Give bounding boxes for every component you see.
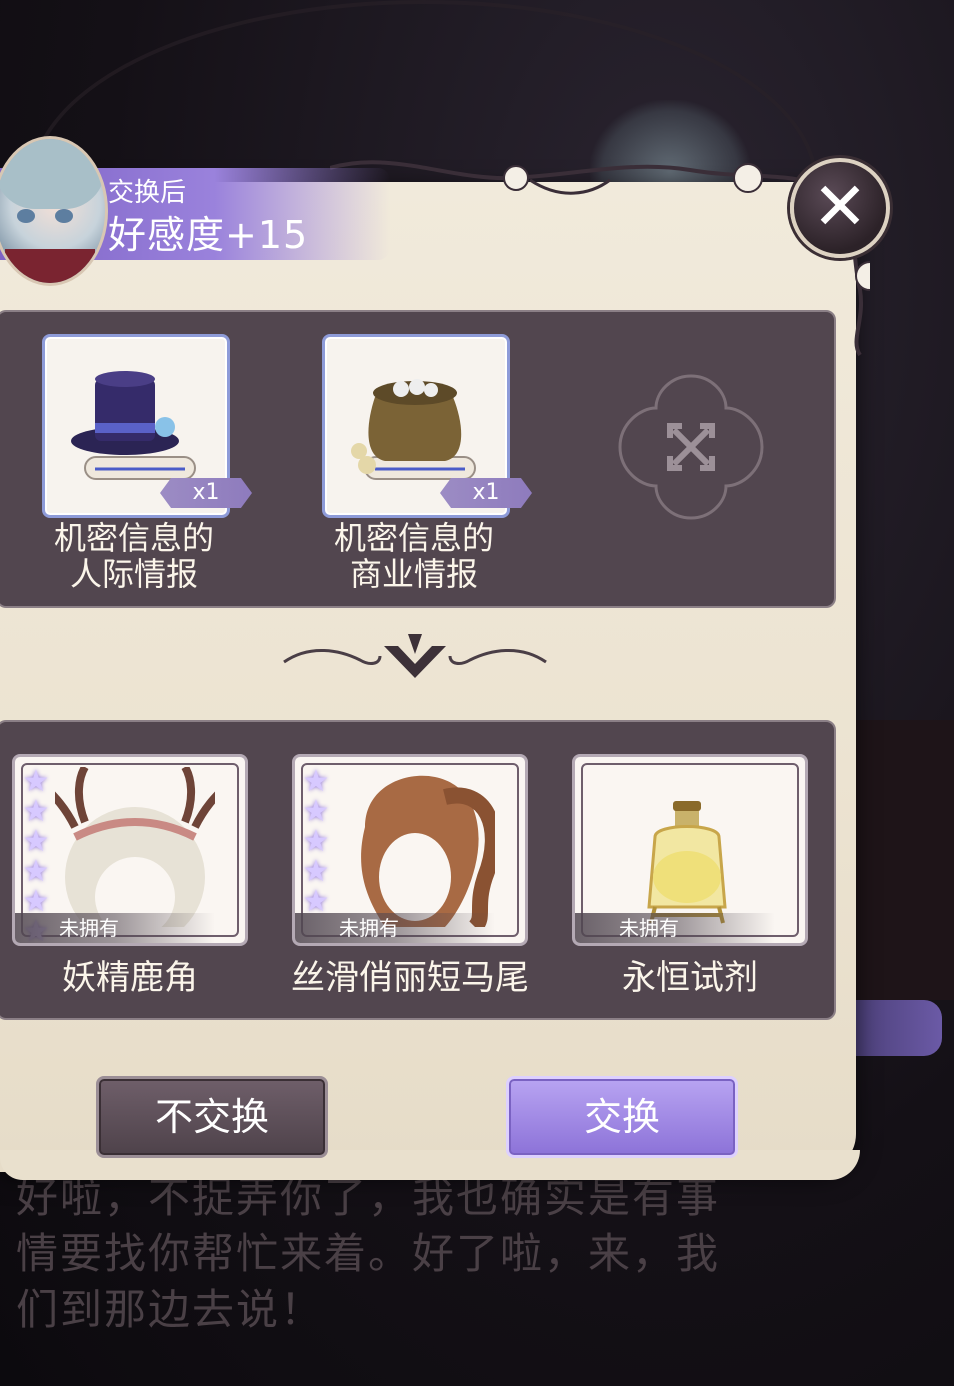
decline-button[interactable]: 不交换 (96, 1076, 328, 1158)
ownership-status: 未拥有 (295, 913, 495, 943)
reward-item-name: 永恒试剂 (622, 958, 758, 998)
antler-headpiece-icon (55, 767, 215, 927)
quantity-badge: x1 (440, 478, 532, 508)
close-button[interactable]: ✕ (790, 158, 890, 258)
star-icon: ★ (302, 764, 330, 799)
reward-item-card[interactable]: 未拥有 (572, 754, 808, 946)
crossed-arrows-icon (667, 423, 715, 471)
rarity-stars: ★ ★ ★ ★ ★ (301, 767, 335, 917)
give-item-name: 机密信息的 商业情报 (333, 519, 494, 593)
reward-item-name: 妖精鹿角 (62, 958, 198, 998)
empty-item-slot[interactable] (616, 372, 766, 522)
game-screen: 好啦，不捉弄你了，我也确实是有事 情要找你帮忙来着。好了啦，来，我 们到那边去说… (0, 0, 954, 1386)
affinity-value: 好感度+15 (108, 213, 309, 257)
star-icon: ★ (22, 854, 50, 889)
confirm-exchange-button[interactable]: 交换 (506, 1076, 738, 1158)
ownership-status: 未拥有 (575, 913, 775, 943)
star-icon: ★ (302, 854, 330, 889)
top-hat-scroll-icon (71, 371, 196, 480)
potion-bottle-icon (647, 801, 727, 924)
give-item-name: 机密信息的 人际情报 (53, 519, 214, 593)
close-icon: ✕ (812, 168, 868, 245)
exchange-arrow-divider (283, 634, 547, 678)
ponytail-hair-icon (361, 775, 495, 927)
reward-item-card[interactable]: ★ ★ ★ ★ ★ 未拥有 (292, 754, 528, 946)
dialogue-line: 情要找你帮忙来着。好了啦，来，我 (16, 1229, 721, 1278)
star-icon: ★ (302, 824, 330, 859)
money-bag-scroll-icon (351, 379, 476, 480)
ownership-status: 未拥有 (15, 913, 215, 943)
character-avatar (0, 136, 108, 286)
dialogue-text: 好啦，不捉弄你了，我也确实是有事 情要找你帮忙来着。好了啦，来，我 们到那边去说… (16, 1170, 816, 1338)
quantity-badge: x1 (160, 478, 252, 508)
dialogue-line: 们到那边去说！ (16, 1285, 325, 1334)
background-banner (852, 1000, 942, 1056)
reward-item-card[interactable]: ★★★ ★★★ 未拥有 (12, 754, 248, 946)
reward-item-name: 丝滑俏丽短马尾 (291, 958, 529, 998)
star-icon: ★ (22, 824, 50, 859)
star-icon: ★ (302, 794, 330, 829)
star-icon: ★ (22, 764, 50, 799)
background-character-body (852, 720, 954, 1000)
star-icon: ★ (22, 794, 50, 829)
